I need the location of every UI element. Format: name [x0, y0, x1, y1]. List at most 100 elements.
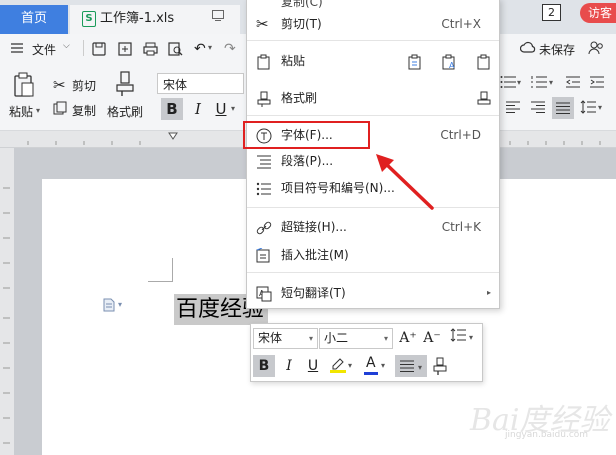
- mini-toolbar: 宋体 ▾ 小二 ▾ A⁺ A⁻ ▾ B I U ▾ A ▾ ▾: [250, 323, 483, 382]
- highlight-dropdown-icon[interactable]: ▾: [348, 361, 352, 370]
- menu-item-cut[interactable]: ✂ 剪切(T) Ctrl+X: [247, 11, 499, 37]
- window-count-badge[interactable]: 2: [542, 4, 561, 21]
- watermark-url: jingyan.baidu.com: [505, 430, 589, 440]
- paste-icon: [256, 53, 272, 70]
- format-painter-settings-icon[interactable]: [476, 90, 492, 116]
- line-spacing-dropdown-icon[interactable]: ▾: [598, 103, 602, 112]
- format-painter-icon[interactable]: [433, 357, 447, 378]
- window-layout-icon[interactable]: [212, 10, 224, 24]
- list-dropdown-icon[interactable]: ▾: [517, 78, 521, 87]
- cut-button[interactable]: 剪切: [72, 77, 96, 94]
- paste-merge-format-icon[interactable]: A: [441, 53, 457, 79]
- format-painter-button[interactable]: 格式刷: [107, 103, 143, 120]
- chevron-down-icon: ⌵: [63, 41, 70, 51]
- copy-button[interactable]: 复制: [72, 102, 96, 119]
- paragraph-layout-icon[interactable]: [102, 298, 116, 315]
- indent-icon[interactable]: [590, 76, 604, 91]
- svg-text:▾: ▾: [418, 363, 422, 372]
- mini-underline-button[interactable]: U: [302, 355, 324, 377]
- print-preview-icon[interactable]: [168, 42, 183, 59]
- tab-document-label: 工作簿-1.xls: [100, 11, 175, 26]
- numbered-list-icon[interactable]: [531, 76, 547, 91]
- line-spacing-dropdown-icon[interactable]: ▾: [469, 333, 473, 342]
- spreadsheet-icon: S: [82, 10, 96, 27]
- chevron-down-icon: ▾: [308, 334, 313, 343]
- list-icon[interactable]: [500, 76, 516, 91]
- paste-icon[interactable]: [13, 72, 35, 101]
- mini-font-name-value: 宋体: [258, 331, 283, 345]
- cloud-icon: [519, 41, 536, 56]
- undo-dropdown-icon[interactable]: ▾: [208, 43, 212, 52]
- redo-icon[interactable]: ↷: [224, 41, 236, 57]
- menu-item-insert-comment[interactable]: 插入批注(M): [247, 242, 499, 268]
- font-item-highlight: [243, 121, 370, 149]
- margin-mark-horizontal: [148, 281, 173, 282]
- menu-item-translate[interactable]: A 短句翻译(T) ▸: [247, 280, 499, 306]
- menu-item-paragraph-label: 段落(P)...: [281, 154, 334, 168]
- menu-item-hyperlink-shortcut: Ctrl+K: [441, 220, 481, 234]
- save-icon[interactable]: [92, 42, 106, 59]
- export-icon[interactable]: [118, 42, 132, 59]
- mini-font-size-value: 小二: [324, 331, 349, 345]
- scissors-icon: ✂: [256, 15, 269, 33]
- shrink-font-button[interactable]: A⁻: [421, 327, 443, 349]
- grow-font-button[interactable]: A⁺: [397, 327, 419, 349]
- paragraph-icon: [256, 153, 272, 169]
- outdent-icon[interactable]: [566, 76, 580, 91]
- align-right-icon[interactable]: [531, 101, 545, 116]
- mini-font-name-select[interactable]: 宋体 ▾: [253, 328, 318, 349]
- file-menu[interactable]: 文件: [32, 41, 56, 58]
- font-color-swatch: [364, 372, 378, 375]
- bold-button[interactable]: B: [161, 98, 183, 120]
- paragraph-layout-dropdown-icon[interactable]: ▾: [118, 300, 122, 309]
- link-icon: [256, 219, 272, 235]
- menu-item-hyperlink-label: 超链接(H)...: [281, 220, 347, 234]
- vertical-ruler[interactable]: [0, 148, 14, 455]
- font-color-button[interactable]: A: [362, 355, 380, 377]
- justify-button[interactable]: [552, 97, 574, 119]
- paste-keep-format-icon[interactable]: [407, 53, 423, 79]
- paste-text-only-icon[interactable]: [476, 53, 492, 79]
- highlight-icon[interactable]: [329, 356, 347, 377]
- align-left-icon[interactable]: [506, 101, 520, 116]
- font-name-value: 宋体: [163, 78, 188, 92]
- underline-dropdown-icon[interactable]: ▾: [231, 104, 235, 113]
- print-icon[interactable]: [143, 42, 158, 59]
- format-painter-icon[interactable]: [114, 71, 136, 100]
- scissors-icon[interactable]: ✂: [53, 76, 66, 94]
- menu-item-hyperlink[interactable]: 超链接(H)... Ctrl+K: [247, 214, 499, 240]
- mini-italic-button[interactable]: I: [278, 355, 300, 377]
- mini-align-button[interactable]: ▾: [395, 355, 427, 377]
- italic-button[interactable]: I: [189, 98, 207, 120]
- submenu-arrow-icon: ▸: [486, 288, 491, 297]
- font-color-letter: A: [366, 355, 376, 371]
- menu-item-format-painter-label: 格式刷: [281, 91, 318, 105]
- tab-home[interactable]: 首页: [0, 5, 68, 34]
- chevron-down-icon: ▾: [383, 334, 388, 343]
- hamburger-icon[interactable]: [11, 42, 23, 56]
- visitor-button[interactable]: 访客: [580, 3, 616, 23]
- underline-button[interactable]: U: [212, 98, 230, 120]
- svg-text:A: A: [449, 61, 455, 70]
- margin-mark-vertical: [172, 258, 173, 282]
- menu-item-font-shortcut: Ctrl+D: [440, 128, 481, 142]
- menu-separator: [247, 40, 499, 41]
- line-spacing-icon[interactable]: [447, 327, 469, 349]
- bullet-list-icon: [256, 180, 272, 196]
- menu-separator: [247, 272, 499, 273]
- unsaved-status[interactable]: 未保存: [539, 41, 575, 58]
- collaborate-icon[interactable]: [588, 41, 604, 58]
- copy-icon[interactable]: [53, 101, 67, 118]
- font-color-dropdown-icon[interactable]: ▾: [381, 361, 385, 370]
- undo-icon[interactable]: ↶: [194, 41, 206, 57]
- paste-button[interactable]: 粘贴: [9, 103, 33, 120]
- menu-item-paste[interactable]: 粘贴 A: [247, 48, 499, 74]
- menu-item-cut-shortcut: Ctrl+X: [441, 17, 481, 31]
- paste-dropdown-icon[interactable]: ▾: [36, 106, 40, 115]
- font-name-select[interactable]: 宋体: [157, 73, 244, 94]
- mini-bold-button[interactable]: B: [253, 355, 275, 377]
- menu-item-format-painter[interactable]: 格式刷: [247, 85, 499, 111]
- line-spacing-icon[interactable]: [580, 100, 596, 117]
- numbered-list-dropdown-icon[interactable]: ▾: [549, 78, 553, 87]
- mini-font-size-select[interactable]: 小二 ▾: [319, 328, 393, 349]
